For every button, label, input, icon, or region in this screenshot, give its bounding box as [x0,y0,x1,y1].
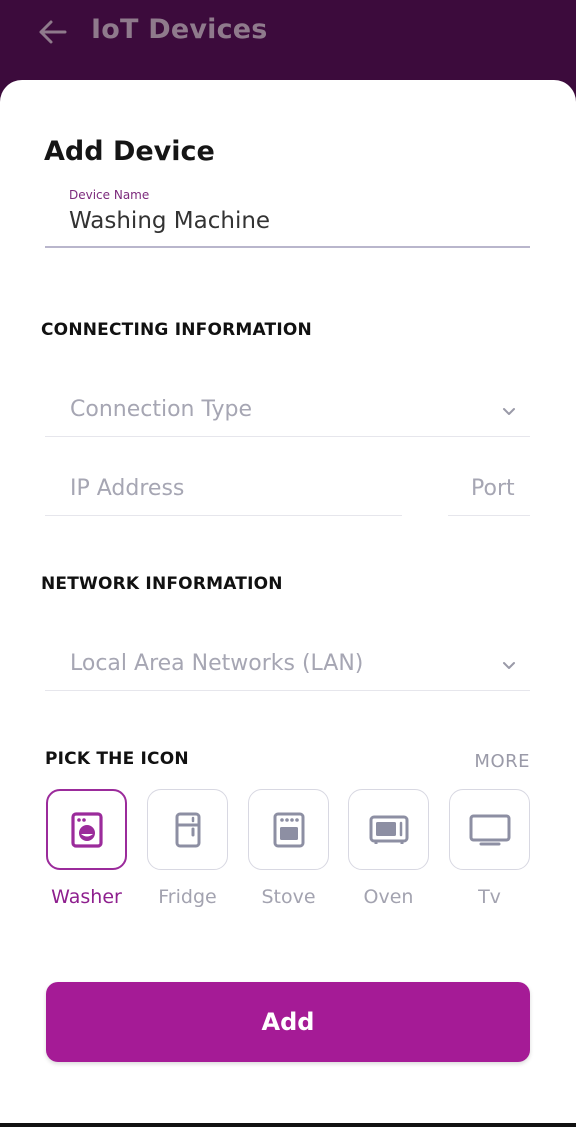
port-placeholder: Port [471,476,515,501]
connection-type-select[interactable]: Connection Type [45,385,530,437]
tv-icon [469,814,510,845]
ip-address-input[interactable]: IP Address [45,464,402,516]
app-bar: IoT Devices [0,0,576,80]
stove-icon [273,812,304,847]
icon-option-stove[interactable] [248,789,329,870]
icon-label-stove: Stove [261,886,316,908]
port-input[interactable]: Port [448,464,530,516]
connection-type-placeholder: Connection Type [70,397,253,422]
oven-icon [369,815,408,844]
icon-option-oven[interactable] [348,789,429,870]
icon-label-washer: Washer [51,886,122,908]
pick-icon-heading: PICK THE ICON [45,749,189,769]
chevron-down-icon [503,408,515,415]
add-device-sheet: Add Device Device Name Washing Machine C… [0,80,576,1123]
bottom-edge [0,1123,576,1127]
network-selected-value: Local Area Networks (LAN) [70,651,364,676]
fridge-icon [175,812,200,847]
add-button[interactable]: Add [46,982,530,1062]
device-name-input[interactable]: Washing Machine [69,208,270,234]
chevron-down-icon [503,662,515,669]
form-title: Add Device [44,136,215,167]
device-name-label: Device Name [69,188,150,202]
back-button[interactable] [34,14,70,50]
network-information-heading: NETWORK INFORMATION [41,574,283,594]
arrow-left-icon [39,20,67,44]
icon-option-fridge[interactable] [147,789,228,870]
icon-label-oven: Oven [363,886,414,908]
connecting-information-heading: CONNECTING INFORMATION [41,320,312,340]
icon-option-tv[interactable] [449,789,530,870]
more-icons-link[interactable]: MORE [474,751,530,772]
icon-option-washer[interactable] [46,789,127,870]
page-title: IoT Devices [91,14,268,45]
network-select[interactable]: Local Area Networks (LAN) [45,639,530,691]
washer-icon [70,811,103,848]
icon-label-fridge: Fridge [158,886,217,908]
ip-address-placeholder: IP Address [70,476,185,501]
device-name-underline [45,246,530,248]
icon-label-tv: Tv [478,886,501,908]
